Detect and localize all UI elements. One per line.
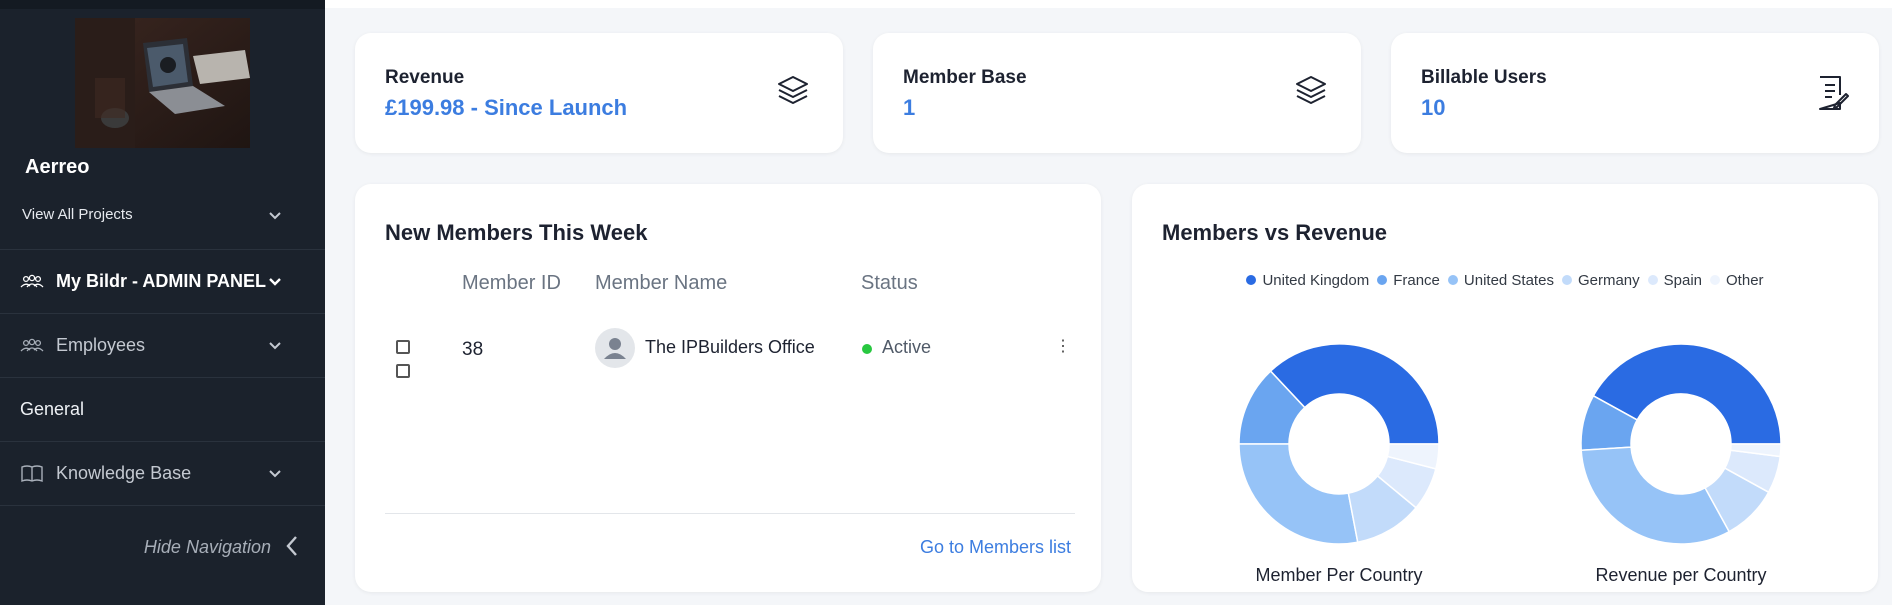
sidebar-item-label: General: [20, 399, 85, 419]
hide-navigation-button[interactable]: Hide Navigation: [0, 520, 325, 570]
chevron-down-icon: [269, 342, 281, 350]
divider: [385, 513, 1075, 514]
legend-swatch: [1561, 275, 1572, 285]
new-members-card: New Members This Week Member ID Member N…: [355, 184, 1101, 592]
chevron-down-icon: [269, 278, 281, 286]
stat-label: Revenue: [385, 67, 465, 88]
chevron-down-icon: [269, 470, 281, 478]
status-cell: Active: [882, 337, 932, 357]
legend-label: United Kingdom: [1262, 272, 1370, 289]
project-thumbnail[interactable]: [75, 18, 250, 148]
hide-navigation-label: Hide Navigation: [143, 537, 271, 557]
document-edit-icon: [1819, 76, 1849, 110]
top-bar: [325, 0, 1892, 8]
status-dot: [862, 344, 872, 354]
donut-slice-united-kingdom[interactable]: [1269, 343, 1440, 445]
go-to-members-link[interactable]: Go to Members list: [920, 537, 1071, 558]
legend-item[interactable]: Germany: [1561, 272, 1640, 289]
sidebar-top-strip: [0, 0, 325, 9]
chart-caption: Member Per Country: [1255, 565, 1423, 585]
sidebar-item-label: My Bildr - ADMIN PANEL: [56, 271, 266, 291]
project-name: Aerreo: [25, 156, 90, 178]
table-header: Member ID Member Name Status: [355, 272, 1101, 378]
view-all-projects[interactable]: View All Projects: [0, 198, 325, 250]
layers-icon: [1296, 76, 1326, 104]
donut-slice-united-states[interactable]: [1580, 446, 1731, 545]
stat-label: Billable Users: [1421, 67, 1547, 88]
person-icon: [604, 338, 626, 359]
table-row[interactable]: 38 The IPBuilders Office Active ⋮: [355, 324, 1101, 384]
column-header-status[interactable]: Status: [861, 272, 918, 295]
legend-item[interactable]: United States: [1447, 272, 1554, 289]
row-checkbox[interactable]: [396, 340, 410, 354]
stat-value: 10: [1421, 95, 1446, 120]
legend-label: United States: [1463, 272, 1554, 289]
more-options-icon[interactable]: ⋮: [1055, 336, 1071, 356]
donut-slice-united-states[interactable]: [1238, 443, 1359, 545]
chart-caption: Revenue per Country: [1595, 565, 1767, 585]
members-vs-revenue-card: Members vs Revenue United Kingdom France U…: [1132, 184, 1878, 592]
avatar: [595, 328, 635, 368]
stat-value: £199.98 - Since Launch: [385, 95, 628, 120]
book-icon: [21, 465, 43, 483]
sidebar: Aerreo View All Projects My Bildr - ADMI…: [0, 0, 325, 605]
legend-swatch: [1246, 275, 1257, 285]
team-icon: [20, 338, 44, 352]
legend-label: France: [1393, 272, 1440, 289]
chevron-left-icon: [286, 536, 297, 556]
chevron-down-icon: [269, 212, 281, 220]
layers-icon: [778, 76, 808, 104]
legend-swatch: [1710, 275, 1721, 285]
card-title: Members vs Revenue: [1162, 220, 1387, 245]
legend-swatch: [1447, 275, 1458, 285]
sidebar-item-employees[interactable]: Employees: [0, 314, 325, 378]
sidebar-item-knowledge-base[interactable]: Knowledge Base: [0, 442, 325, 506]
legend-label: Spain: [1663, 272, 1703, 289]
sidebar-item-label: Employees: [56, 335, 146, 355]
stat-card-billable-users: Billable Users 10: [1391, 33, 1879, 153]
sidebar-item-general[interactable]: General: [0, 378, 325, 442]
view-all-projects-label: View All Projects: [22, 206, 133, 223]
donut-chart-member-per-country: [1238, 343, 1440, 545]
legend-item[interactable]: Other: [1710, 272, 1764, 289]
column-header-member-id[interactable]: Member ID: [462, 272, 561, 295]
chart-legend: United Kingdom France United States Germany…: [1132, 272, 1878, 289]
member-id-cell: 38: [462, 339, 484, 360]
legend-swatch: [1647, 275, 1658, 285]
legend-label: Germany: [1577, 272, 1640, 289]
legend-swatch: [1377, 275, 1388, 285]
stat-label: Member Base: [903, 67, 1027, 88]
member-name-cell: The IPBuilders Office: [645, 337, 815, 357]
sidebar-item-label: Knowledge Base: [56, 463, 192, 483]
legend-item[interactable]: United Kingdom: [1246, 272, 1369, 289]
donut-chart-revenue-per-country: [1580, 343, 1782, 545]
team-icon: [20, 274, 44, 288]
sidebar-item-admin-panel[interactable]: My Bildr - ADMIN PANEL: [0, 250, 325, 314]
legend-item[interactable]: Spain: [1647, 272, 1703, 289]
stat-card-member-base: Member Base 1: [873, 33, 1361, 153]
stat-card-revenue: Revenue £199.98 - Since Launch: [355, 33, 843, 153]
legend-item[interactable]: France: [1377, 272, 1440, 289]
column-header-member-name[interactable]: Member Name: [595, 272, 727, 295]
stat-value: 1: [903, 95, 916, 120]
card-title: New Members This Week: [385, 220, 648, 245]
legend-label: Other: [1726, 272, 1764, 289]
